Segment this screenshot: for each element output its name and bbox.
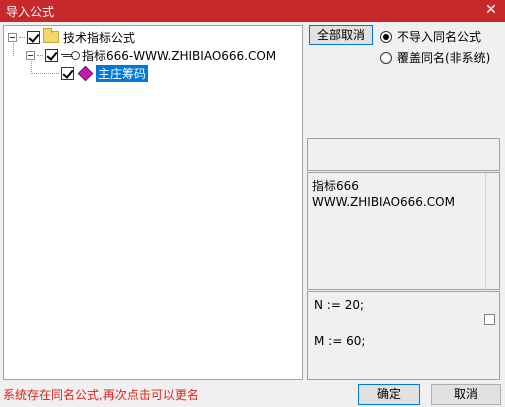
tree-node-label: 技术指标公式 xyxy=(63,30,136,45)
cancel-button[interactable]: 取消 xyxy=(431,384,501,405)
root-checkbox[interactable] xyxy=(27,30,40,44)
tree-node-label: 主庄筹码 xyxy=(96,64,149,82)
tree-node-label: 指标666-WWW.ZHIBIAO666.COM xyxy=(82,48,277,63)
option-overwrite-same[interactable]: 覆盖同名(非系统) xyxy=(380,49,490,66)
dialog-client: 技术指标公式 指标666-WWW.ZHIBIAO666.COM 主庄筹码 全部取… xyxy=(0,22,505,407)
description-panel: 指标666 WWW.ZHIBIAO666.COM xyxy=(307,172,500,290)
leaf-checkbox[interactable] xyxy=(61,66,74,80)
folder-icon xyxy=(43,28,59,43)
radio-no-import-same[interactable] xyxy=(380,30,392,43)
tree-node-root[interactable]: 技术指标公式 xyxy=(8,28,135,46)
formula-tree[interactable]: 技术指标公式 指标666-WWW.ZHIBIAO666.COM 主庄筹码 xyxy=(3,25,303,380)
params-panel: N := 20; M := 60; xyxy=(307,291,500,380)
import-formula-dialog: 导入公式 ✕ 技术指标公式 指标666-WWW.ZHIBIAO666.COM 主… xyxy=(0,0,505,407)
deselect-all-button[interactable]: 全部取消 xyxy=(309,25,373,45)
key-icon xyxy=(61,49,80,61)
description-line: WWW.ZHIBIAO666.COM xyxy=(312,195,455,209)
param-line: M := 60; xyxy=(314,334,366,348)
option-no-import-same[interactable]: 不导入同名公式 xyxy=(380,28,481,45)
option-label: 不导入同名公式 xyxy=(397,30,482,44)
tree-connector xyxy=(19,36,25,38)
ok-button[interactable]: 确定 xyxy=(358,384,420,405)
tree-connector xyxy=(31,72,59,74)
param-line: N := 20; xyxy=(314,298,365,312)
description-scrollbar[interactable] xyxy=(485,173,499,289)
close-icon[interactable]: ✕ xyxy=(483,1,499,19)
title-bar: 导入公式 ✕ xyxy=(0,0,505,22)
description-text: 指标666 WWW.ZHIBIAO666.COM xyxy=(312,178,455,210)
window-title: 导入公式 xyxy=(6,5,55,19)
collapse-icon[interactable] xyxy=(8,32,17,42)
child-checkbox[interactable] xyxy=(45,48,58,62)
param-toggle-box[interactable] xyxy=(484,314,495,325)
status-message: 系统存在同名公式,再次点击可以更名 xyxy=(3,388,199,402)
tree-node-leaf[interactable]: 主庄筹码 xyxy=(31,64,149,82)
collapse-icon[interactable] xyxy=(26,50,35,60)
option-label: 覆盖同名(非系统) xyxy=(397,51,491,65)
description-line: 指标666 xyxy=(312,179,359,193)
tree-connector xyxy=(37,54,43,56)
tree-node-child[interactable]: 指标666-WWW.ZHIBIAO666.COM xyxy=(26,46,276,64)
info-panel xyxy=(307,138,500,171)
formula-icon xyxy=(77,65,94,81)
radio-overwrite-same[interactable] xyxy=(380,51,392,64)
